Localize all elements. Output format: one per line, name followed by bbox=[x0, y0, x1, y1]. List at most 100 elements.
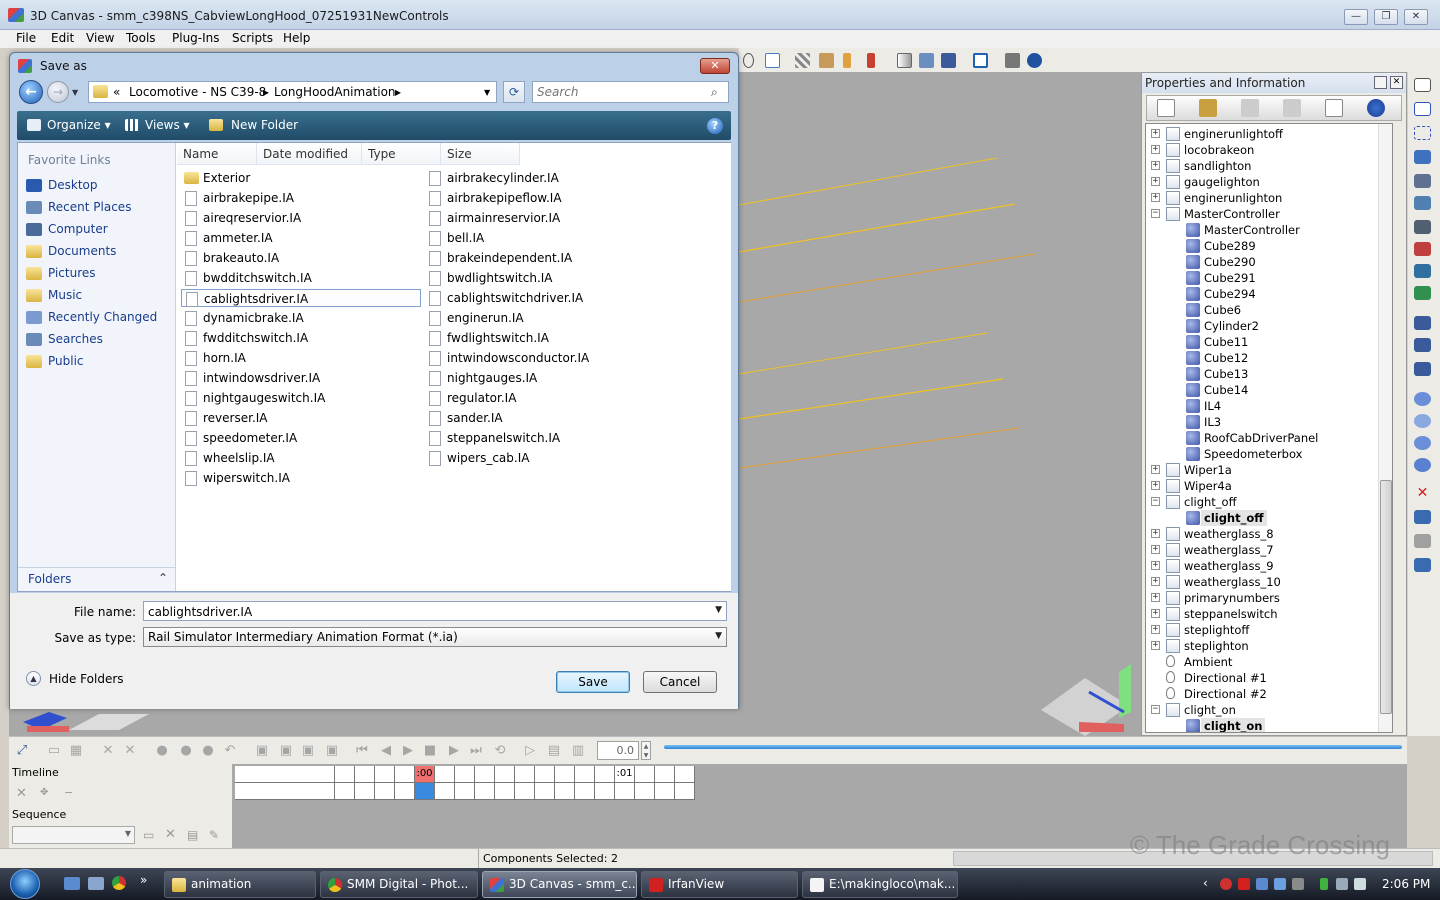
tree-node[interactable]: Directional #2 bbox=[1146, 686, 1376, 702]
tree-node[interactable]: Ambient bbox=[1146, 654, 1376, 670]
file-name-field[interactable]: ▼ bbox=[143, 601, 727, 621]
column-size[interactable]: Size bbox=[441, 143, 520, 165]
menu-help[interactable]: Help bbox=[283, 31, 310, 45]
group-icon[interactable] bbox=[1414, 316, 1431, 330]
delete-icon[interactable]: ✕ bbox=[1414, 486, 1431, 500]
quicklaunch-more-icon[interactable]: » bbox=[140, 873, 147, 887]
show-desktop-icon[interactable] bbox=[64, 877, 80, 890]
menu-scripts[interactable]: Scripts bbox=[232, 31, 273, 45]
timeline-grid[interactable]: :00 :01 bbox=[235, 766, 727, 800]
tree-node[interactable]: − clight_on bbox=[1146, 702, 1376, 718]
expand-icon[interactable]: + bbox=[1151, 481, 1160, 490]
expand-icon[interactable]: + bbox=[1151, 545, 1160, 554]
device-icon[interactable] bbox=[1292, 878, 1304, 890]
file-item[interactable]: wiperswitch.IA bbox=[181, 469, 421, 487]
file-item[interactable]: wipers_cab.IA bbox=[425, 449, 665, 467]
update-icon[interactable] bbox=[1274, 878, 1286, 890]
timeline-cell[interactable] bbox=[635, 783, 655, 800]
back-button[interactable]: ← bbox=[19, 80, 43, 104]
battery-icon[interactable] bbox=[1320, 878, 1328, 890]
task-makingloco[interactable]: E:\makingloco\mak... bbox=[802, 871, 958, 898]
timeline-cell[interactable] bbox=[375, 783, 395, 800]
stop-icon[interactable]: ■ bbox=[423, 744, 437, 758]
task-irfanview[interactable]: IrfanView bbox=[641, 871, 798, 898]
file-item[interactable]: airbrakecylinder.IA bbox=[425, 169, 665, 187]
file-item[interactable]: bwdlightswitch.IA bbox=[425, 269, 665, 287]
timeline-cell[interactable] bbox=[435, 783, 455, 800]
marquee-icon[interactable] bbox=[1414, 126, 1431, 140]
file-item[interactable]: airmainreservior.IA bbox=[425, 209, 665, 227]
maximize-button[interactable]: ❐ bbox=[1374, 9, 1398, 25]
layers-icon[interactable] bbox=[941, 53, 956, 68]
pointer-tool-icon[interactable] bbox=[1414, 78, 1431, 92]
file-item[interactable]: fwdditchswitch.IA bbox=[181, 329, 421, 347]
file-item[interactable]: airbrakepipeflow.IA bbox=[425, 189, 665, 207]
tree-node[interactable]: + weatherglass_7 bbox=[1146, 542, 1376, 558]
tree-node[interactable]: + enginerunlighton bbox=[1146, 190, 1376, 206]
tree-node[interactable]: Cube11 bbox=[1146, 334, 1376, 350]
key-dot2-icon[interactable]: ● bbox=[179, 744, 193, 758]
tree-node[interactable]: + Wiper4a bbox=[1146, 478, 1376, 494]
save-button[interactable]: Save bbox=[556, 671, 630, 693]
light-bulb-icon[interactable] bbox=[743, 53, 754, 68]
tree-node[interactable]: Cube12 bbox=[1146, 350, 1376, 366]
file-item[interactable]: fwdlightswitch.IA bbox=[425, 329, 665, 347]
file-item[interactable]: ammeter.IA bbox=[181, 229, 421, 247]
menu-file[interactable]: File bbox=[16, 31, 36, 45]
breadcrumb-separator[interactable]: ▸ bbox=[395, 85, 401, 99]
tree-node[interactable]: − MasterController bbox=[1146, 206, 1376, 222]
cone-icon[interactable] bbox=[1414, 436, 1431, 450]
timeline-cell[interactable] bbox=[455, 766, 475, 783]
file-list-pane[interactable]: Name Date modified Type Size Exterior air… bbox=[177, 143, 731, 591]
folders-toggle[interactable]: Folders ⌃ bbox=[18, 567, 175, 591]
scale-icon[interactable] bbox=[1414, 196, 1431, 210]
new-seq-icon[interactable]: ▭ bbox=[143, 828, 154, 842]
tree-node[interactable]: Speedometerbox bbox=[1146, 446, 1376, 462]
timeline-frame-label[interactable]: :00 bbox=[415, 766, 435, 783]
task-smm-digital[interactable]: SMM Digital - Phot... bbox=[320, 871, 478, 898]
timeline-cell[interactable] bbox=[315, 783, 335, 800]
timeline-cell[interactable] bbox=[535, 766, 555, 783]
save-type-select[interactable]: Rail Simulator Intermediary Animation Fo… bbox=[143, 627, 727, 647]
file-item[interactable]: steppanelswitch.IA bbox=[425, 429, 665, 447]
tree-node[interactable]: + primarynumbers bbox=[1146, 590, 1376, 606]
timeline-cell[interactable] bbox=[575, 783, 595, 800]
timeline-cell[interactable] bbox=[655, 766, 675, 783]
timeline-cell[interactable] bbox=[595, 766, 615, 783]
record-box2-icon[interactable]: ▣ bbox=[279, 744, 293, 758]
menu-tools[interactable]: Tools bbox=[126, 31, 156, 45]
tree-node[interactable]: + gaugelighton bbox=[1146, 174, 1376, 190]
timeline-cell[interactable] bbox=[495, 783, 515, 800]
clock[interactable]: 2:06 PM bbox=[1382, 877, 1430, 891]
timeline-cell[interactable] bbox=[555, 766, 575, 783]
export2-icon[interactable]: ▤ bbox=[547, 744, 561, 758]
tree-node[interactable]: Cube290 bbox=[1146, 254, 1376, 270]
tree-node[interactable]: Cube13 bbox=[1146, 366, 1376, 382]
volume-icon[interactable] bbox=[1354, 878, 1366, 890]
copy-seq-icon[interactable]: ▤ bbox=[187, 828, 198, 842]
sequence-select[interactable]: ▼ bbox=[12, 826, 135, 844]
tree-node[interactable]: Cube14 bbox=[1146, 382, 1376, 398]
render-icon[interactable] bbox=[1005, 53, 1020, 68]
timeline-frame-label[interactable]: :01 bbox=[615, 766, 635, 783]
fav-pictures[interactable]: Pictures bbox=[26, 265, 174, 283]
breadcrumb-longhoodanimation[interactable]: LongHoodAnimation bbox=[274, 85, 396, 99]
scene-tree[interactable]: + enginerunlightoff + locobrakeon + sandlight… bbox=[1145, 123, 1393, 733]
tree-node[interactable]: IL4 bbox=[1146, 398, 1376, 414]
timeline-cell[interactable] bbox=[575, 766, 595, 783]
edit-seq-icon[interactable]: ✎ bbox=[209, 828, 219, 842]
ungroup-icon[interactable] bbox=[1414, 338, 1431, 352]
file-item[interactable]: nightgaugeswitch.IA bbox=[181, 389, 421, 407]
doc-icon[interactable]: ▭ bbox=[47, 744, 61, 758]
timeline-cell[interactable] bbox=[595, 783, 615, 800]
timeline-cell[interactable] bbox=[635, 766, 655, 783]
tree-node[interactable]: + enginerunlightoff bbox=[1146, 126, 1376, 142]
tree-node[interactable]: Cube6 bbox=[1146, 302, 1376, 318]
antivirus-icon[interactable] bbox=[1220, 878, 1232, 890]
tree-node[interactable]: Cylinder2 bbox=[1146, 318, 1376, 334]
frame-input[interactable] bbox=[597, 741, 639, 760]
expand-icon[interactable]: + bbox=[1151, 625, 1160, 634]
key-dot3-icon[interactable]: ● bbox=[201, 744, 215, 758]
tree-node[interactable]: IL3 bbox=[1146, 414, 1376, 430]
tree-node[interactable]: clight_on bbox=[1146, 718, 1376, 732]
